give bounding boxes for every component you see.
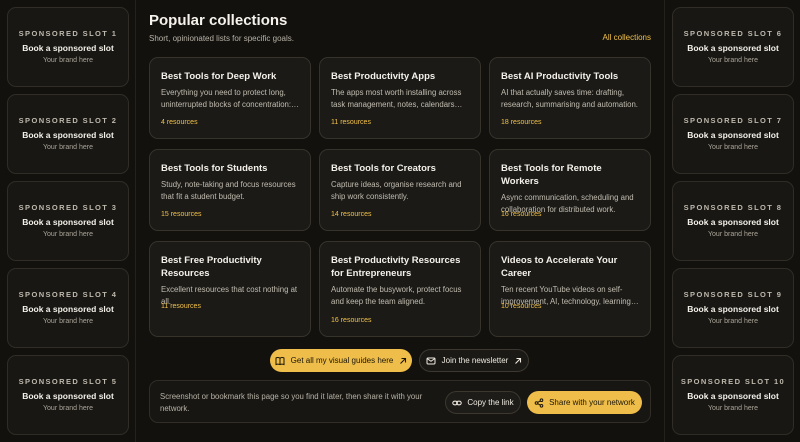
slot-cta: Book a sponsored slot [22, 130, 114, 140]
card-title: Best Productivity Resources for Entrepre… [331, 255, 461, 279]
sponsored-slot-9[interactable]: SPONSORED SLOT 9 Book a sponsored slot Y… [672, 268, 794, 348]
slot-label: SPONSORED SLOT 1 [18, 29, 118, 38]
slot-subtitle: Your brand here [43, 318, 93, 325]
slot-subtitle: Your brand here [43, 405, 93, 412]
card-resource-count: 15 resources [161, 211, 202, 218]
mail-icon [426, 356, 436, 366]
sponsored-slot-2[interactable]: SPONSORED SLOT 2 Book a sponsored slot Y… [7, 94, 129, 174]
right-sponsor-column: SPONSORED SLOT 6 Book a sponsored slot Y… [664, 0, 800, 442]
share-network-label: Share with your network [549, 398, 635, 407]
share-icon [534, 397, 544, 408]
collection-card-students[interactable]: Best Tools for Students Study, note-taki… [149, 149, 311, 231]
card-title: Best Free Productivity Resources [161, 255, 262, 279]
card-description: Everything you need to protect long, uni… [161, 88, 292, 109]
all-collections-link[interactable]: All collections [603, 33, 651, 42]
slot-label: SPONSORED SLOT 7 [683, 116, 783, 125]
slot-label: SPONSORED SLOT 6 [683, 29, 783, 38]
collection-card-ai-tools[interactable]: Best AI Productivity Tools AI that actua… [489, 57, 651, 139]
collection-card-entrepreneurs[interactable]: Best Productivity Resources for Entrepre… [319, 241, 481, 337]
sponsored-slot-1[interactable]: SPONSORED SLOT 1 Book a sponsored slot Y… [7, 7, 129, 87]
card-title: Best AI Productivity Tools [501, 71, 619, 82]
slot-cta: Book a sponsored slot [687, 391, 779, 401]
card-title: Best Productivity Apps [331, 71, 436, 82]
slot-label: SPONSORED SLOT 8 [683, 203, 783, 212]
link-icon [452, 398, 463, 408]
collection-card-productivity-apps[interactable]: Best Productivity Apps The apps most wor… [319, 57, 481, 139]
slot-cta: Book a sponsored slot [22, 43, 114, 53]
share-message: Screenshot or bookmark this page so you … [160, 392, 423, 413]
page-subtitle: Short, opinionated lists for specific go… [149, 34, 294, 43]
arrow-up-right-icon [399, 357, 407, 365]
card-title: Best Tools for Deep Work [161, 71, 277, 82]
slot-cta: Book a sponsored slot [687, 217, 779, 227]
card-resource-count: 11 resources [331, 119, 371, 126]
card-resource-count: 11 resources [161, 303, 201, 310]
slot-label: SPONSORED SLOT 4 [18, 290, 118, 299]
card-resource-count: 10 resources [501, 303, 542, 310]
arrow-up-right-icon [514, 357, 522, 365]
slot-subtitle: Your brand here [43, 231, 93, 238]
sponsored-slot-5[interactable]: SPONSORED SLOT 5 Book a sponsored slot Y… [7, 355, 129, 435]
visual-guides-label: Get all my visual guides here [290, 356, 394, 365]
card-title: Videos to Accelerate Your Career [501, 255, 618, 279]
copy-link-label: Copy the link [467, 398, 514, 407]
collection-card-remote-workers[interactable]: Best Tools for Remote Workers Async comm… [489, 149, 651, 231]
left-sponsor-column: SPONSORED SLOT 1 Book a sponsored slot Y… [0, 0, 136, 442]
slot-subtitle: Your brand here [708, 231, 758, 238]
page-title: Popular collections [149, 12, 288, 29]
card-description: Capture ideas, organise research and shi… [331, 180, 462, 201]
collection-card-free-resources[interactable]: Best Free Productivity Resources Excelle… [149, 241, 311, 337]
slot-subtitle: Your brand here [708, 57, 758, 64]
slot-subtitle: Your brand here [43, 144, 93, 151]
card-title: Best Tools for Creators [331, 163, 436, 174]
card-resource-count: 16 resources [331, 317, 372, 324]
sponsored-slot-6[interactable]: SPONSORED SLOT 6 Book a sponsored slot Y… [672, 7, 794, 87]
slot-cta: Book a sponsored slot [22, 217, 114, 227]
card-resource-count: 18 resources [501, 119, 542, 126]
share-bar: Screenshot or bookmark this page so you … [149, 380, 651, 423]
copy-link-button[interactable]: Copy the link [445, 391, 521, 414]
slot-label: SPONSORED SLOT 10 [680, 377, 786, 386]
share-network-button[interactable]: Share with your network [527, 391, 642, 414]
slot-subtitle: Your brand here [708, 144, 758, 151]
slot-label: SPONSORED SLOT 9 [683, 290, 783, 299]
collection-card-deep-work[interactable]: Best Tools for Deep Work Everything you … [149, 57, 311, 139]
book-icon [275, 356, 285, 366]
collection-card-career-videos[interactable]: Videos to Accelerate Your Career Ten rec… [489, 241, 651, 337]
sponsored-slot-7[interactable]: SPONSORED SLOT 7 Book a sponsored slot Y… [672, 94, 794, 174]
slot-label: SPONSORED SLOT 3 [18, 203, 118, 212]
sponsored-slot-10[interactable]: SPONSORED SLOT 10 Book a sponsored slot … [672, 355, 794, 435]
slot-cta: Book a sponsored slot [687, 130, 779, 140]
card-description: Automate the busywork, protect focus and… [331, 285, 462, 306]
card-resource-count: 14 resources [331, 211, 372, 218]
newsletter-button[interactable]: Join the newsletter [419, 349, 529, 372]
card-description: The apps most worth installing across ta… [331, 88, 462, 109]
card-resource-count: 16 resources [501, 211, 542, 218]
collection-card-creators[interactable]: Best Tools for Creators Capture ideas, o… [319, 149, 481, 231]
card-title: Best Tools for Remote Workers [501, 163, 602, 187]
slot-subtitle: Your brand here [708, 318, 758, 325]
slot-cta: Book a sponsored slot [22, 304, 114, 314]
visual-guides-button[interactable]: Get all my visual guides here [270, 349, 412, 372]
slot-cta: Book a sponsored slot [22, 391, 114, 401]
slot-label: SPONSORED SLOT 5 [18, 377, 118, 386]
slot-cta: Book a sponsored slot [687, 304, 779, 314]
card-description: AI that actually saves time: drafting, r… [501, 88, 638, 109]
slot-cta: Book a sponsored slot [687, 43, 779, 53]
sponsored-slot-8[interactable]: SPONSORED SLOT 8 Book a sponsored slot Y… [672, 181, 794, 261]
slot-label: SPONSORED SLOT 2 [18, 116, 118, 125]
sponsored-slot-4[interactable]: SPONSORED SLOT 4 Book a sponsored slot Y… [7, 268, 129, 348]
slot-subtitle: Your brand here [43, 57, 93, 64]
slot-subtitle: Your brand here [708, 405, 758, 412]
card-title: Best Tools for Students [161, 163, 268, 174]
sponsored-slot-3[interactable]: SPONSORED SLOT 3 Book a sponsored slot Y… [7, 181, 129, 261]
card-resource-count: 4 resources [161, 119, 198, 126]
card-description: Study, note-taking and focus resources t… [161, 180, 296, 201]
newsletter-label: Join the newsletter [441, 356, 509, 365]
